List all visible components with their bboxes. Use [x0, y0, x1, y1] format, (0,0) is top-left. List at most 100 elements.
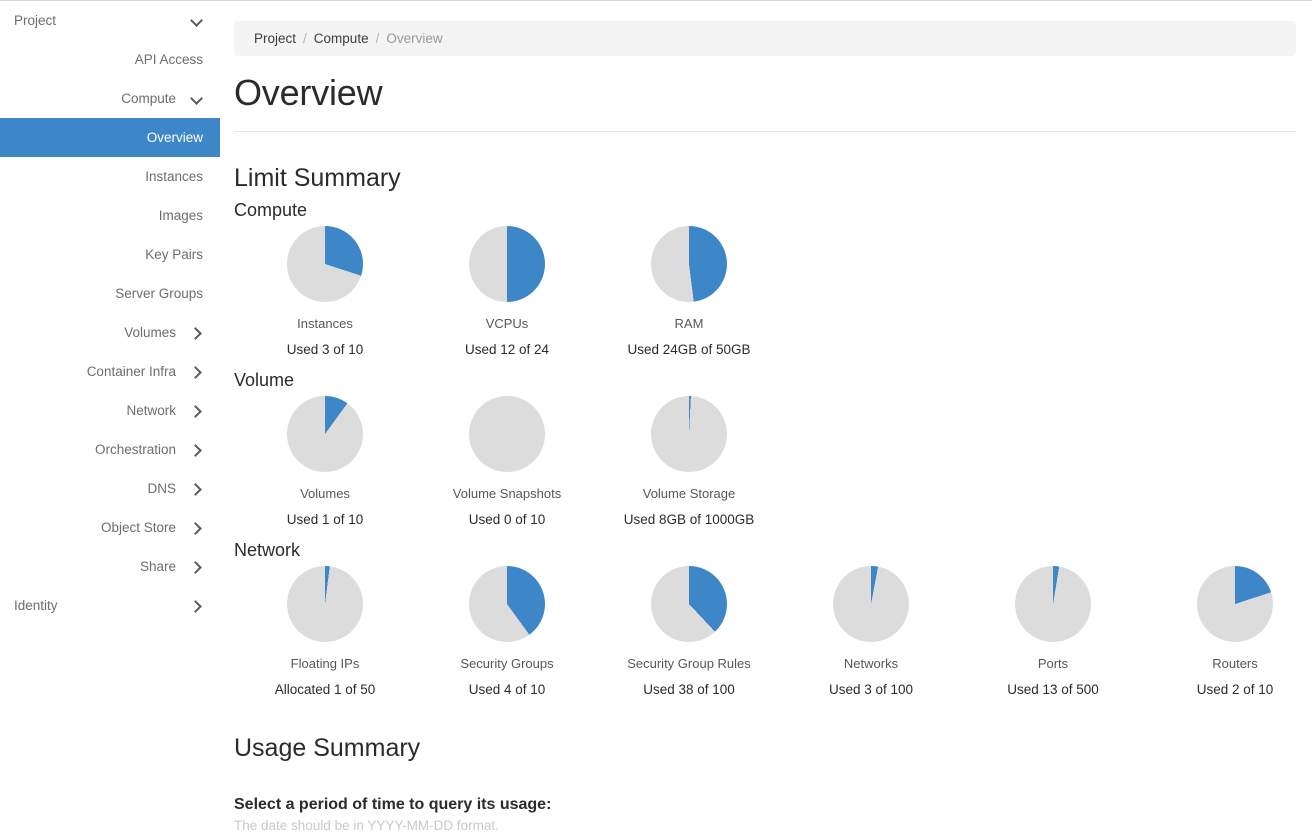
sidebar-item-network[interactable]: Network — [0, 391, 220, 430]
sidebar-item-project[interactable]: Project — [0, 1, 220, 40]
quota-card-security-group-rules: Security Group Rules Used 38 of 100 — [598, 566, 780, 706]
sidebar-item-label: Identity — [14, 598, 58, 613]
chevron-right-icon[interactable] — [190, 365, 204, 379]
quota-label: Floating IPs — [290, 656, 360, 671]
quota-label: Networks — [843, 656, 899, 671]
breadcrumb-item-compute[interactable]: Compute — [314, 31, 369, 46]
quota-usage-text: Used 24GB of 50GB — [627, 342, 751, 357]
quota-usage-text: Used 1 of 10 — [286, 512, 364, 527]
quota-card-ports: Ports Used 13 of 500 — [962, 566, 1144, 706]
group-heading-network: Network — [234, 540, 301, 560]
chevron-down-icon[interactable] — [190, 92, 204, 106]
quota-card-ram: RAM Used 24GB of 50GB — [598, 226, 780, 366]
quota-pie-chart — [651, 226, 727, 302]
sidebar-item-identity[interactable]: Identity — [0, 586, 220, 625]
sidebar-item-label: DNS — [147, 481, 176, 496]
sidebar-item-compute[interactable]: Compute — [0, 79, 220, 118]
sidebar-item-label: Orchestration — [94, 442, 176, 457]
quota-label: Routers — [1212, 656, 1258, 671]
quota-label: Volumes — [300, 486, 350, 501]
quota-card-volume-storage: Volume Storage Used 8GB of 1000GB — [598, 396, 780, 536]
quota-usage-text: Used 13 of 500 — [1007, 682, 1099, 697]
quota-label: VCPUs — [485, 316, 529, 331]
quota-card-volumes: Volumes Used 1 of 10 — [234, 396, 416, 536]
quota-usage-text: Used 3 of 10 — [286, 342, 364, 357]
chevron-right-icon[interactable] — [190, 560, 204, 574]
sidebar-item-label: Instances — [145, 169, 203, 184]
sidebar-item-object-store[interactable]: Object Store — [0, 508, 220, 547]
sidebar-item-label: Object Store — [100, 520, 176, 535]
usage-date-format-hint: The date should be in YYYY-MM-DD format. — [234, 818, 499, 833]
quota-usage-text: Used 38 of 100 — [643, 682, 735, 697]
quota-label: Volume Snapshots — [452, 486, 562, 501]
quota-card-instances: Instances Used 3 of 10 — [234, 226, 416, 366]
quota-pie-chart — [469, 226, 545, 302]
sidebar-item-api-access[interactable]: API Access — [0, 40, 220, 79]
chevron-down-icon[interactable] — [190, 14, 204, 28]
sidebar-nav: Project API Access Compute Overview Instance… — [0, 1, 220, 834]
chevron-right-icon[interactable] — [190, 521, 204, 535]
chevron-right-icon[interactable] — [190, 599, 204, 613]
sidebar-item-server-groups[interactable]: Server Groups — [0, 274, 220, 313]
sidebar-item-label: Overview — [146, 130, 203, 145]
quota-label: RAM — [674, 316, 704, 331]
quota-label: Security Groups — [460, 656, 554, 671]
chevron-right-icon[interactable] — [190, 404, 204, 418]
sidebar-item-images[interactable]: Images — [0, 196, 220, 235]
quota-card-vcpus: VCPUs Used 12 of 24 — [416, 226, 598, 366]
chevron-right-icon[interactable] — [190, 326, 204, 340]
sidebar-item-volumes[interactable]: Volumes — [0, 313, 220, 352]
quota-label: Security Group Rules — [627, 656, 751, 671]
sidebar-item-label: Compute — [121, 91, 176, 106]
quota-usage-text: Used 2 of 10 — [1196, 682, 1274, 697]
sidebar-item-overview[interactable]: Overview — [0, 118, 220, 157]
quota-label: Instances — [297, 316, 353, 331]
sidebar-item-dns[interactable]: DNS — [0, 469, 220, 508]
sidebar-item-key-pairs[interactable]: Key Pairs — [0, 235, 220, 274]
sidebar-item-label: API Access — [134, 52, 203, 67]
quota-usage-text: Used 4 of 10 — [468, 682, 546, 697]
quota-card-volume-snapshots: Volume Snapshots Used 0 of 10 — [416, 396, 598, 536]
quota-usage-text: Used 12 of 24 — [464, 342, 550, 357]
sidebar-item-label: Volumes — [124, 325, 176, 340]
page-title: Overview — [234, 72, 383, 113]
sidebar-item-label: Container Infra — [86, 364, 176, 379]
quota-card-security-groups: Security Groups Used 4 of 10 — [416, 566, 598, 706]
quota-pie-chart — [287, 396, 363, 472]
quota-pie-chart — [287, 226, 363, 302]
sidebar-item-label: Project — [14, 13, 57, 28]
quota-pie-chart — [1197, 566, 1273, 642]
breadcrumb: Project / Compute / Overview — [234, 21, 1296, 56]
breadcrumb-separator: / — [303, 31, 307, 46]
chevron-right-icon[interactable] — [190, 443, 204, 457]
quota-row-volume: Volumes Used 1 of 10 Volume Snapshots Used … — [234, 396, 1296, 536]
quota-usage-text: Allocated 1 of 50 — [274, 682, 376, 697]
quota-usage-text: Used 3 of 100 — [828, 682, 914, 697]
main-content: Project / Compute / Overview Overview Limit … — [220, 1, 1312, 834]
quota-row-network: Floating IPs Allocated 1 of 50 Security Gr… — [234, 566, 1296, 706]
quota-pie-chart — [287, 566, 363, 642]
sidebar-item-container-infra[interactable]: Container Infra — [0, 352, 220, 391]
quota-pie-chart — [651, 566, 727, 642]
usage-summary-heading: Usage Summary — [234, 734, 421, 762]
sidebar-item-orchestration[interactable]: Orchestration — [0, 430, 220, 469]
sidebar-item-label: Server Groups — [115, 286, 203, 301]
dashboard-page: Project API Access Compute Overview Instance… — [0, 0, 1312, 834]
breadcrumb-item-project[interactable]: Project — [254, 31, 296, 46]
quota-pie-chart — [651, 396, 727, 472]
sidebar-item-label: Share — [139, 559, 176, 574]
sidebar-item-share[interactable]: Share — [0, 547, 220, 586]
quota-usage-text: Used 8GB of 1000GB — [623, 512, 755, 527]
quota-pie-chart — [469, 396, 545, 472]
sidebar-item-label: Images — [158, 208, 203, 223]
sidebar-item-label: Network — [126, 403, 176, 418]
quota-label: Ports — [1037, 656, 1069, 671]
sidebar-item-instances[interactable]: Instances — [0, 157, 220, 196]
chevron-right-icon[interactable] — [190, 482, 204, 496]
group-heading-volume: Volume — [234, 370, 295, 390]
quota-pie-chart — [833, 566, 909, 642]
quota-usage-text: Used 0 of 10 — [468, 512, 546, 527]
breadcrumb-item-overview: Overview — [386, 31, 443, 46]
limit-summary-heading: Limit Summary — [234, 164, 401, 192]
title-divider — [234, 131, 1296, 132]
